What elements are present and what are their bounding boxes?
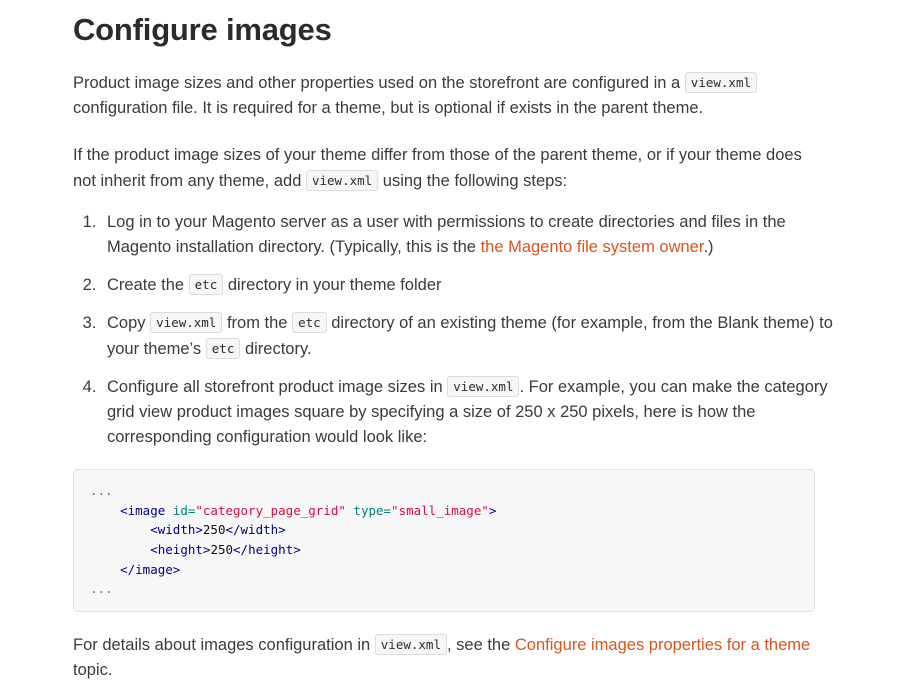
list-item: Create the etc directory in your theme f… (101, 272, 835, 298)
outro-paragraph: For details about images configuration i… (73, 612, 815, 683)
outro-text-c: topic. (73, 660, 113, 679)
inline-code-view-xml: view.xml (684, 72, 758, 94)
list-item: Copy view.xml from the etc directory of … (101, 310, 835, 362)
steps-list: Log in to your Magento server as a user … (73, 194, 835, 450)
list-item: Log in to your Magento server as a user … (101, 210, 835, 260)
intro-paragraph-1: Product image sizes and other properties… (73, 48, 815, 121)
intro-p1-text-a: Product image sizes and other properties… (73, 74, 681, 93)
inline-code-etc: etc (205, 338, 241, 360)
inline-code-view-xml: view.xml (374, 633, 447, 655)
code-attr-id: id= (165, 502, 196, 518)
inline-code-etc: etc (188, 274, 224, 296)
code-width-value: 250 (202, 522, 226, 538)
code-tag-width-open: <width> (150, 522, 203, 538)
outro-text-a: For details about images configuration i… (73, 635, 371, 654)
step1-text-b: .) (703, 238, 714, 257)
list-item: Configure all storefront product image s… (101, 374, 835, 450)
documentation-page: Configure images Product image sizes and… (0, 0, 908, 683)
step3-text-b: from the (226, 314, 288, 333)
step2-text-b: directory in your theme folder (227, 276, 442, 295)
link-magento-file-system-owner[interactable]: the Magento file system owner (481, 238, 704, 256)
link-configure-images-properties[interactable]: Configure images properties for a theme (515, 636, 810, 654)
inline-code-etc: etc (292, 312, 327, 334)
code-tag-height-open: <height> (150, 541, 211, 557)
code-ellipsis-bottom: ... (90, 581, 113, 597)
inline-code-view-xml: view.xml (150, 312, 223, 334)
intro-p2-text-b: using the following steps: (382, 172, 568, 191)
code-attr-id-value: "category_page_grid" (195, 502, 346, 518)
code-tag-height-close: </height> (233, 541, 301, 557)
intro-p1-text-b: configuration file. It is required for a… (73, 99, 704, 118)
code-attr-type: type= (345, 502, 392, 518)
code-block-xml-example: ... <image id="category_page_grid" type=… (73, 469, 815, 612)
code-block-content: ... <image id="category_page_grid" type=… (90, 481, 798, 599)
code-attr-type-value: "small_image" (391, 502, 489, 518)
step2-text-a: Create the (107, 276, 185, 295)
code-tag-width-close: </width> (225, 522, 286, 538)
code-tag-image-close: </image> (120, 561, 181, 577)
step4-text-a: Configure all storefront product image s… (107, 378, 443, 397)
step3-text-a: Copy (107, 314, 146, 333)
code-tag-close-bracket: > (488, 502, 497, 518)
code-height-value: 250 (210, 541, 234, 557)
inline-code-view-xml: view.xml (305, 170, 379, 192)
code-tag-image-open: <image (120, 502, 166, 518)
outro-text-b: , see the (446, 635, 511, 654)
code-ellipsis-top: ... (90, 483, 113, 499)
step3-text-d: directory. (244, 340, 312, 359)
inline-code-view-xml: view.xml (447, 376, 520, 398)
page-title: Configure images (73, 12, 332, 47)
intro-paragraph-2: If the product image sizes of your theme… (73, 121, 815, 194)
